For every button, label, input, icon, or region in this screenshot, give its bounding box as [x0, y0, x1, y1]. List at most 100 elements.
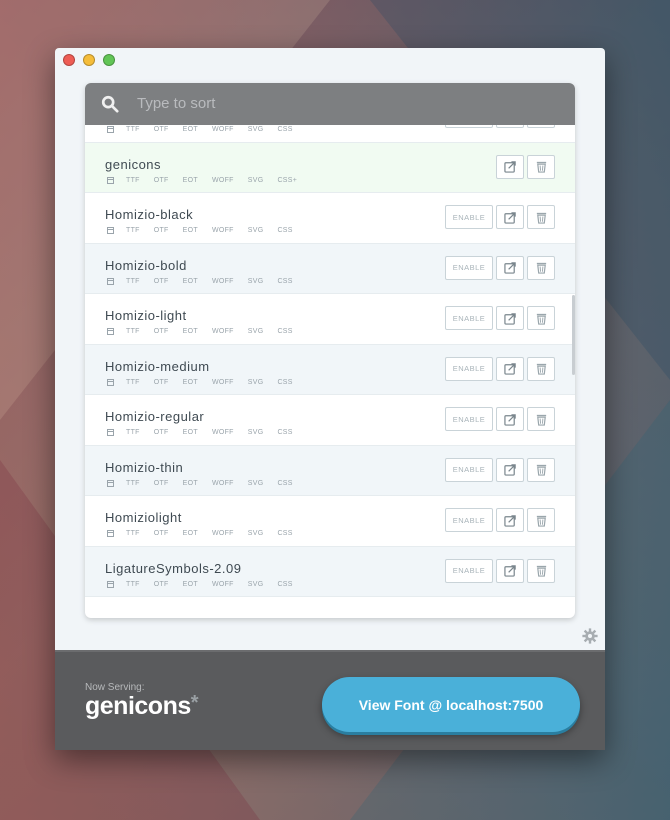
format-label: TTF	[126, 176, 140, 184]
font-formats: TTF OTF EOT WOFF SVG CSS	[107, 227, 307, 234]
format-label: SVG	[247, 479, 264, 487]
format-label: WOFF	[211, 378, 234, 386]
calendar-icon	[107, 530, 114, 537]
calendar-icon	[107, 227, 114, 234]
view-font-button[interactable]: View Font @ localhost:7500	[322, 677, 580, 732]
font-row[interactable]: Homiziolight TTF OTF EOT WOFF SVG CSS ENABLE	[85, 496, 575, 547]
enable-button[interactable]: ENABLE	[445, 306, 493, 330]
share-button[interactable]	[496, 306, 524, 330]
format-label: SVG	[247, 580, 264, 588]
share-icon	[503, 464, 516, 476]
list-scrollbar[interactable]	[572, 295, 575, 375]
share-button[interactable]	[496, 457, 524, 482]
format-label: SVG	[247, 378, 264, 386]
share-icon	[503, 262, 516, 274]
enable-button[interactable]: ENABLE	[445, 255, 493, 280]
delete-button[interactable]	[527, 356, 555, 381]
calendar-icon	[107, 176, 114, 184]
format-label: OTF	[153, 429, 169, 436]
format-label: CSS	[277, 580, 293, 588]
format-label: OTF	[153, 328, 169, 335]
enable-button[interactable]: ENABLE	[445, 508, 493, 532]
delete-button[interactable]	[527, 255, 555, 280]
font-row[interactable]: Homizio-regular TTF OTF EOT WOFF SVG CSS ENABLE	[85, 395, 575, 446]
font-formats: TTF OTF EOT WOFF SVG CSS	[107, 277, 307, 285]
font-row[interactable]: Homizio-bold TTF OTF EOT WOFF SVG CSS ENABLE	[85, 243, 575, 294]
font-row[interactable]: LigatureSymbols-2.09 TTF OTF EOT WOFF SVG CSS E…	[85, 546, 575, 597]
search-bar[interactable]: Type to sort	[85, 83, 575, 125]
search-input[interactable]: Type to sort	[137, 95, 215, 112]
format-label: OTF	[153, 580, 169, 588]
format-label: WOFF	[211, 580, 234, 588]
font-row[interactable]: Homizio-medium TTF OTF EOT WOFF SVG CSS ENABLE	[85, 344, 575, 395]
format-label: TTF	[126, 277, 140, 285]
share-button[interactable]	[496, 407, 524, 431]
format-label: TTF	[126, 328, 140, 335]
delete-button[interactable]	[527, 205, 555, 229]
trash-icon	[536, 161, 546, 173]
font-list: Franchise-Bold-hintedTTFOTFEOTWOFFSVGCSS…	[85, 125, 575, 618]
font-row[interactable]: Homizio-black TTF OTF EOT WOFF SVG CSS ENABLE	[85, 193, 575, 244]
format-label: EOT	[182, 227, 198, 234]
format-label: CSS	[277, 328, 293, 335]
share-button[interactable]	[496, 356, 524, 381]
calendar-icon	[107, 580, 114, 588]
enable-button[interactable]: ENABLE	[445, 356, 493, 381]
font-formats: TTF OTF EOT WOFF SVG CSS	[107, 479, 307, 487]
delete-button[interactable]	[527, 407, 555, 431]
format-label: SVG	[247, 429, 264, 436]
format-label: EOT	[182, 530, 198, 537]
font-row[interactable]: genicons TTF OTF EOT WOFF SVG CSS+	[85, 142, 575, 193]
format-label: SVG	[247, 227, 264, 234]
format-label: OTF	[153, 176, 169, 184]
delete-button[interactable]	[527, 457, 555, 482]
format-label: WOFF	[211, 429, 234, 436]
font-row[interactable]: Homizio-thin TTF OTF EOT WOFF SVG CSS ENABLE	[85, 445, 575, 496]
delete-button[interactable]	[527, 306, 555, 330]
enable-button[interactable]: ENABLE	[445, 457, 493, 482]
format-label: CSS	[277, 429, 293, 436]
enable-button[interactable]: ENABLE	[445, 125, 493, 128]
calendar-icon	[107, 429, 114, 436]
delete-button[interactable]	[527, 558, 555, 583]
trash-icon	[536, 515, 546, 527]
minimize-window-button[interactable]	[83, 54, 95, 66]
font-name: Homizio-thin	[105, 459, 184, 475]
format-label: OTF	[153, 227, 169, 234]
share-button[interactable]	[496, 125, 524, 128]
font-formats: TTF OTF EOT WOFF SVG CSS	[107, 378, 307, 386]
app-window: Type to sort Franchise-Bold-hintedTTFOTF…	[55, 48, 605, 750]
delete-button[interactable]	[527, 154, 555, 179]
share-button[interactable]	[496, 255, 524, 280]
font-row[interactable]: Homizio-light TTF OTF EOT WOFF SVG CSS ENABLE	[85, 294, 575, 345]
font-row[interactable]: Franchise-Bold-hintedTTFOTFEOTWOFFSVGCSS…	[85, 125, 575, 143]
format-label: EOT	[182, 479, 198, 487]
format-label: SVG	[247, 176, 264, 184]
font-actions: ENABLE	[445, 255, 555, 280]
format-label: WOFF	[211, 328, 234, 335]
zoom-window-button[interactable]	[103, 54, 115, 66]
gear-icon[interactable]	[582, 628, 598, 644]
enable-button[interactable]: ENABLE	[445, 205, 493, 229]
delete-button[interactable]	[527, 125, 555, 128]
font-actions: ENABLE	[445, 407, 555, 431]
share-icon	[503, 161, 516, 173]
font-name: Homizio-black	[105, 207, 194, 222]
format-label: TTF	[126, 580, 140, 588]
delete-button[interactable]	[527, 508, 555, 532]
enable-button[interactable]: ENABLE	[445, 558, 493, 583]
share-icon	[503, 363, 516, 375]
format-label: EOT	[182, 277, 198, 285]
format-label: CSS	[277, 530, 293, 537]
format-label: WOFF	[211, 277, 234, 285]
font-actions: ENABLE	[445, 558, 555, 583]
share-button[interactable]	[496, 508, 524, 532]
font-formats: TTF OTF EOT WOFF SVG CSS	[107, 429, 307, 436]
share-button[interactable]	[496, 558, 524, 583]
format-label: CSS	[277, 126, 293, 133]
share-button[interactable]	[496, 205, 524, 229]
font-formats: TTF OTF EOT WOFF SVG CSS+	[107, 176, 311, 184]
close-window-button[interactable]	[63, 54, 75, 66]
share-button[interactable]	[496, 154, 524, 179]
enable-button[interactable]: ENABLE	[445, 407, 493, 431]
